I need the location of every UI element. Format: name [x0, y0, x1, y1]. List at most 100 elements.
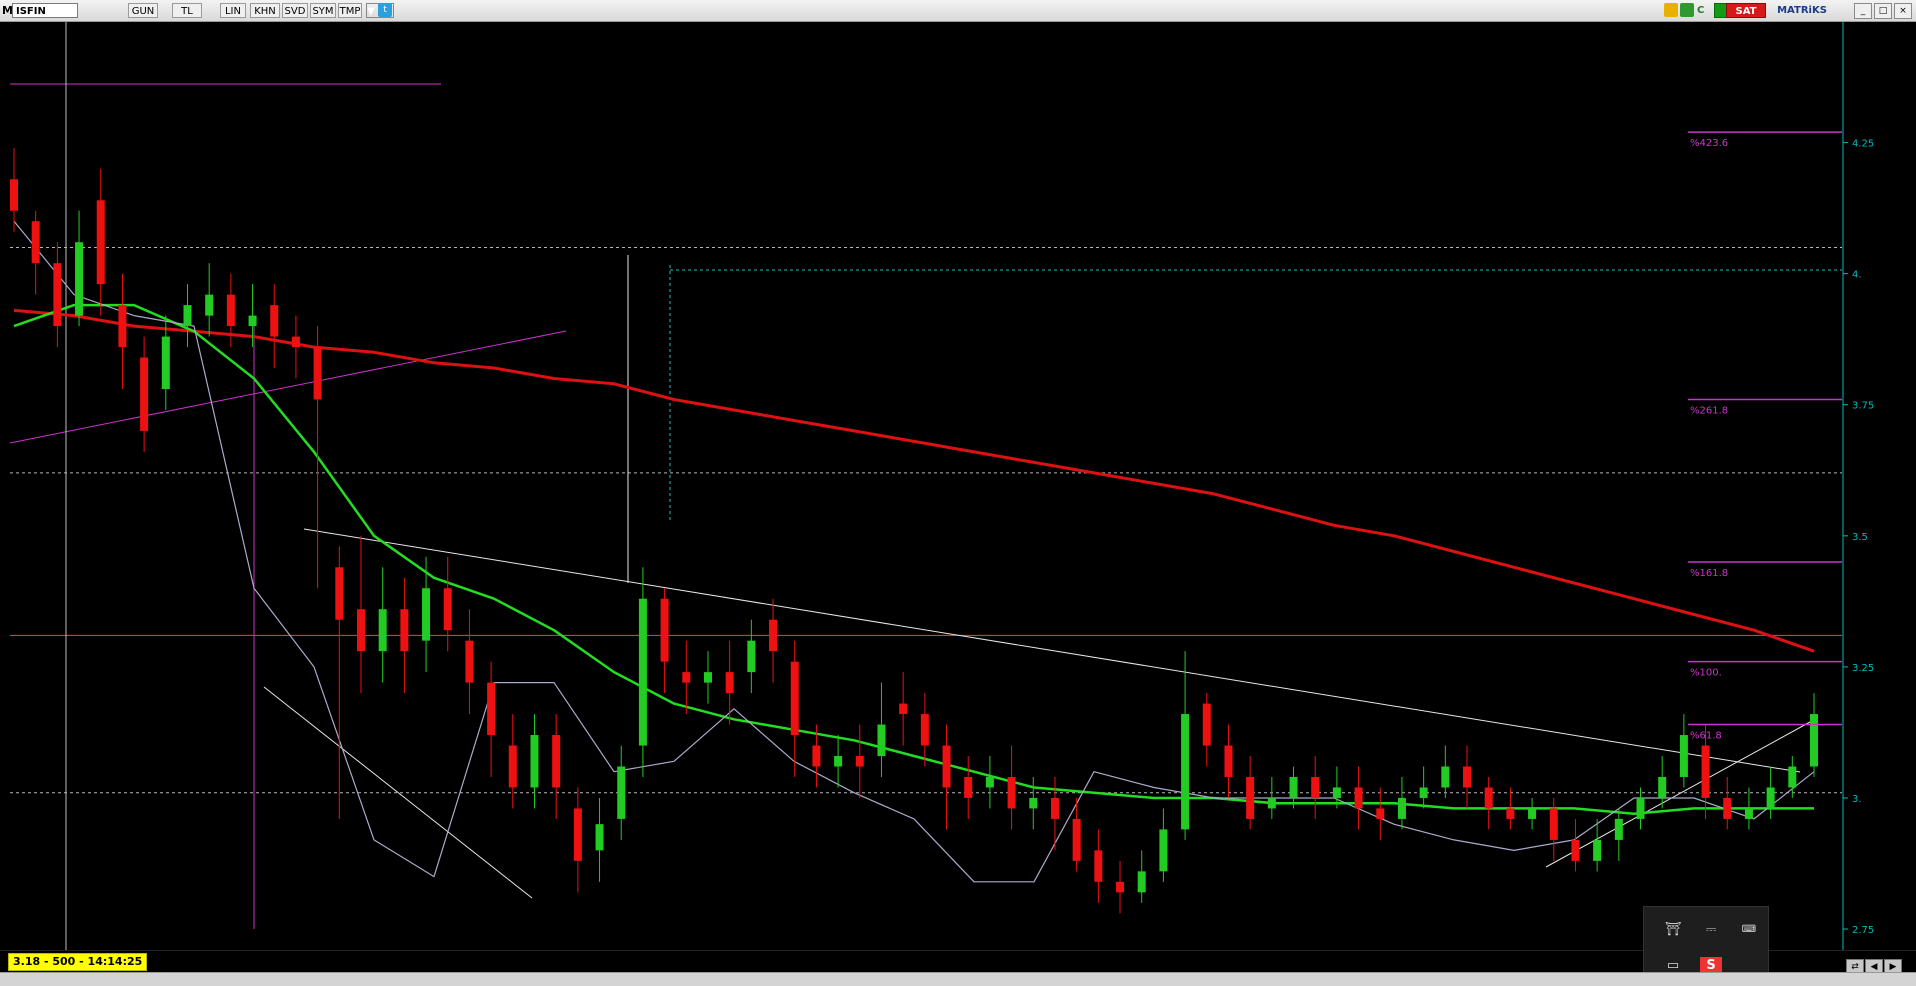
candle-body — [942, 745, 951, 788]
fib-level-label: %261.8 — [1690, 405, 1728, 416]
candle-body — [1549, 808, 1558, 840]
brand-logo: MATRiKS — [1777, 5, 1827, 16]
candle-body — [248, 315, 257, 327]
candle-body — [356, 609, 365, 652]
candle-body — [422, 588, 431, 641]
price-tick-label: 3.75 — [1852, 401, 1874, 412]
candle-body — [31, 221, 40, 264]
candle-body — [855, 756, 864, 767]
sym-button[interactable]: SYM — [310, 3, 336, 18]
candle-body — [552, 735, 561, 788]
linear-scale-button[interactable]: LIN — [220, 3, 246, 18]
price-chart[interactable]: %423.6 %261.8 %161.8 %100. %61.8 4.25 4. 3.75 3… — [0, 22, 1916, 972]
candle-body — [1723, 797, 1732, 819]
candle-body — [1267, 797, 1276, 809]
candle-body — [313, 347, 322, 400]
candle-body — [1614, 818, 1623, 840]
brand-icon[interactable] — [1664, 3, 1678, 17]
candle-body — [75, 242, 84, 316]
refresh-icon[interactable] — [1680, 3, 1694, 17]
candle-body — [660, 598, 669, 662]
candle-body — [10, 179, 18, 211]
candle-body — [161, 336, 170, 390]
price-tick-label: 4.25 — [1852, 139, 1874, 150]
keyboard-icon[interactable]: ⌨ — [1738, 921, 1760, 939]
candle-body — [1679, 735, 1688, 777]
twitter-icon[interactable]: t — [378, 3, 392, 17]
khn-button[interactable]: KHN — [250, 3, 280, 18]
candle-body — [877, 724, 886, 757]
shield-icon[interactable]: ⛩ — [1662, 921, 1684, 939]
chart-toolbar: M ISFIN GUN TL LIN KHN SVD SYM TMP ▼ t C… — [0, 0, 1916, 22]
c-icon[interactable]: C — [1697, 3, 1709, 18]
candle-body — [1094, 850, 1103, 882]
candle-body — [920, 714, 929, 746]
fib-level-label: %61.8 — [1690, 731, 1722, 742]
candle-body — [1441, 766, 1450, 788]
candle-body — [1376, 808, 1385, 819]
price-tick-label: 4. — [1852, 270, 1862, 281]
svd-button[interactable]: SVD — [282, 3, 308, 18]
candle-body — [1397, 797, 1406, 819]
candle-body — [1571, 839, 1580, 861]
tmp-button[interactable]: TMP — [338, 3, 362, 18]
candle-body — [291, 336, 300, 348]
candle-body — [964, 776, 973, 798]
matriks-chart-window: M ISFIN GUN TL LIN KHN SVD SYM TMP ▼ t C… — [0, 0, 1916, 986]
candle-body — [769, 619, 778, 652]
candle-body — [118, 305, 127, 348]
candle-body — [1224, 745, 1233, 777]
purple-trendline — [9, 330, 567, 444]
candle-body — [1701, 745, 1710, 798]
chart-navigation: ⇄ ◀ ▶ — [1846, 954, 1903, 975]
fib-level-label: %161.8 — [1690, 568, 1728, 579]
candle-body — [617, 766, 626, 819]
candle-body — [1029, 797, 1038, 809]
price-readout: 3.18 - 500 - 14:14:25 — [8, 953, 148, 971]
candle-body — [140, 357, 149, 431]
resistance-trendline — [303, 528, 1801, 773]
candle-body — [1354, 787, 1363, 809]
candle-body — [1419, 787, 1428, 798]
fib-level-label: %100. — [1690, 668, 1722, 679]
candle-body — [1181, 714, 1190, 830]
candle-body — [985, 776, 994, 788]
candle-body — [1311, 776, 1320, 798]
symbol-input[interactable]: ISFIN — [12, 3, 78, 18]
candle-body — [1246, 776, 1255, 819]
candle-body — [226, 294, 235, 327]
candle-body — [270, 305, 279, 337]
minimize-button[interactable]: _ — [1854, 3, 1872, 19]
fib-level-label: %423.6 — [1690, 138, 1728, 149]
candle-body — [1072, 818, 1081, 861]
candle-body — [1050, 797, 1059, 819]
ma-mid-line — [13, 303, 1814, 815]
candle-body — [400, 609, 409, 652]
close-button[interactable]: × — [1894, 3, 1912, 19]
period-button[interactable]: GUN — [128, 3, 158, 18]
moving-averages — [13, 220, 1815, 883]
chart-grid — [10, 246, 1842, 794]
price-axis: 4.25 4. 3.75 3.5 3.25 3. 2.75 — [1842, 22, 1874, 950]
candlesticks — [10, 147, 1818, 914]
candle-body — [335, 567, 344, 620]
candle-body — [812, 745, 821, 767]
menu-icon[interactable]: M — [2, 3, 13, 18]
candle-body — [1159, 829, 1168, 872]
candle-body — [682, 672, 691, 683]
candle-body — [378, 609, 387, 652]
candle-body — [53, 263, 62, 327]
candle-body — [725, 672, 734, 694]
candle-body — [899, 703, 908, 715]
ma-long-line — [13, 308, 1815, 653]
network-icon[interactable]: ⎓ — [1700, 921, 1722, 939]
sell-button[interactable]: SAT — [1726, 3, 1766, 18]
candle-body — [638, 598, 647, 746]
candle-body — [1332, 787, 1341, 798]
currency-button[interactable]: TL — [172, 3, 202, 18]
status-footer — [0, 972, 1916, 986]
candle-body — [1116, 881, 1125, 893]
maximize-button[interactable]: □ — [1874, 3, 1892, 19]
candle-body — [1463, 766, 1472, 788]
ma-short-line — [13, 220, 1815, 883]
